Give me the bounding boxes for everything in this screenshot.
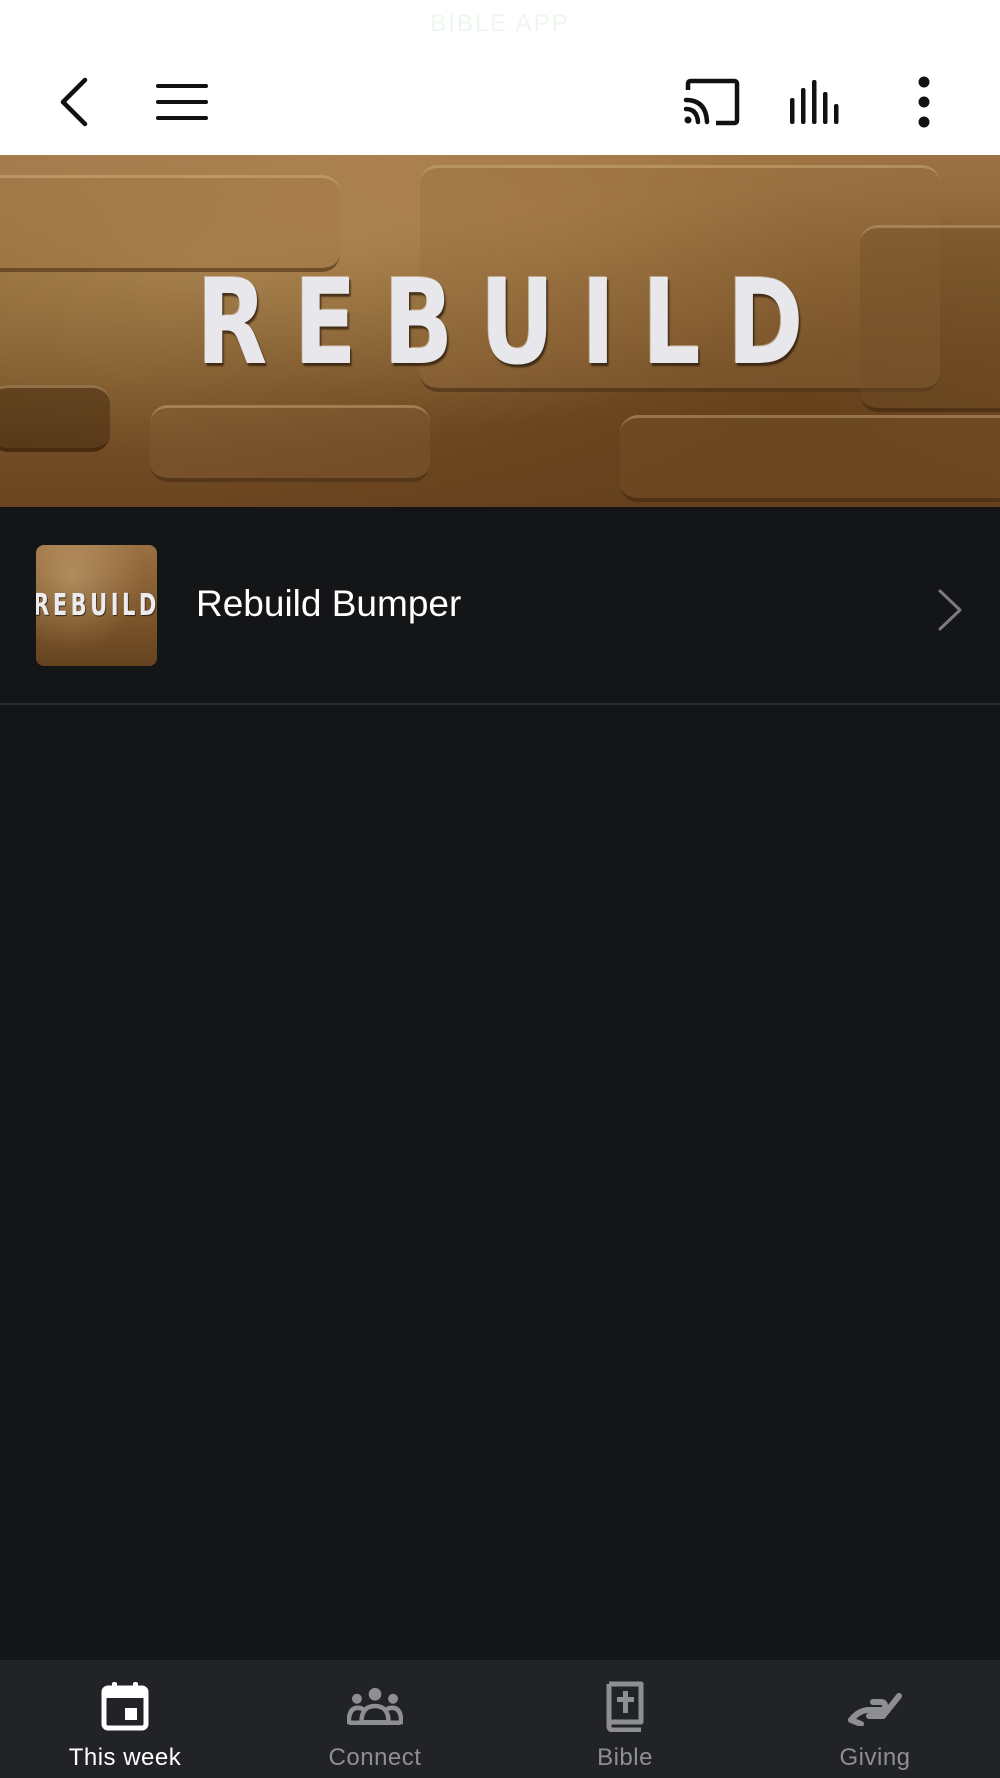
banner-stone-texture: [0, 385, 110, 452]
tab-bible[interactable]: Bible: [500, 1660, 750, 1778]
tab-label: Bible: [597, 1744, 653, 1771]
series-banner: REBUILD: [0, 155, 1000, 507]
top-toolbar: BIBLE APP: [0, 0, 1000, 156]
banner-stone-texture: [620, 415, 1000, 502]
calendar-icon: [101, 1682, 149, 1731]
banner-title: REBUILD: [196, 253, 831, 391]
tab-connect[interactable]: Connect: [250, 1660, 500, 1778]
tab-this-week[interactable]: This week: [0, 1660, 250, 1778]
equalizer-bars-icon: [790, 80, 839, 124]
banner-stone-texture: [150, 405, 430, 482]
bottom-navigation: This week Connect Bible Giving: [0, 1660, 1000, 1778]
tab-label: This week: [68, 1744, 182, 1771]
thumbnail-title: REBUILD: [36, 588, 157, 623]
tab-label: Giving: [839, 1744, 911, 1771]
hamburger-menu-icon: [156, 84, 208, 120]
more-options-button[interactable]: [902, 62, 946, 142]
tab-label: Connect: [328, 1744, 422, 1771]
back-button[interactable]: [48, 62, 100, 142]
chevron-right-icon: [938, 589, 962, 631]
list-item[interactable]: REBUILD Rebuild Bumper: [0, 507, 1000, 705]
vertical-dots-icon: [918, 76, 930, 128]
item-thumbnail: REBUILD: [36, 545, 157, 666]
menu-button[interactable]: [152, 62, 212, 142]
people-group-icon: [347, 1687, 403, 1725]
item-title: Rebuild Bumper: [196, 583, 462, 624]
status-bar-text: BIBLE APP: [430, 10, 570, 37]
cast-icon: [683, 78, 740, 126]
audio-button[interactable]: [786, 62, 848, 142]
hand-giving-icon: [848, 1693, 902, 1726]
tab-giving[interactable]: Giving: [750, 1660, 1000, 1778]
cast-button[interactable]: [680, 62, 742, 142]
chevron-left-icon: [60, 77, 88, 127]
bible-book-icon: [606, 1681, 644, 1732]
